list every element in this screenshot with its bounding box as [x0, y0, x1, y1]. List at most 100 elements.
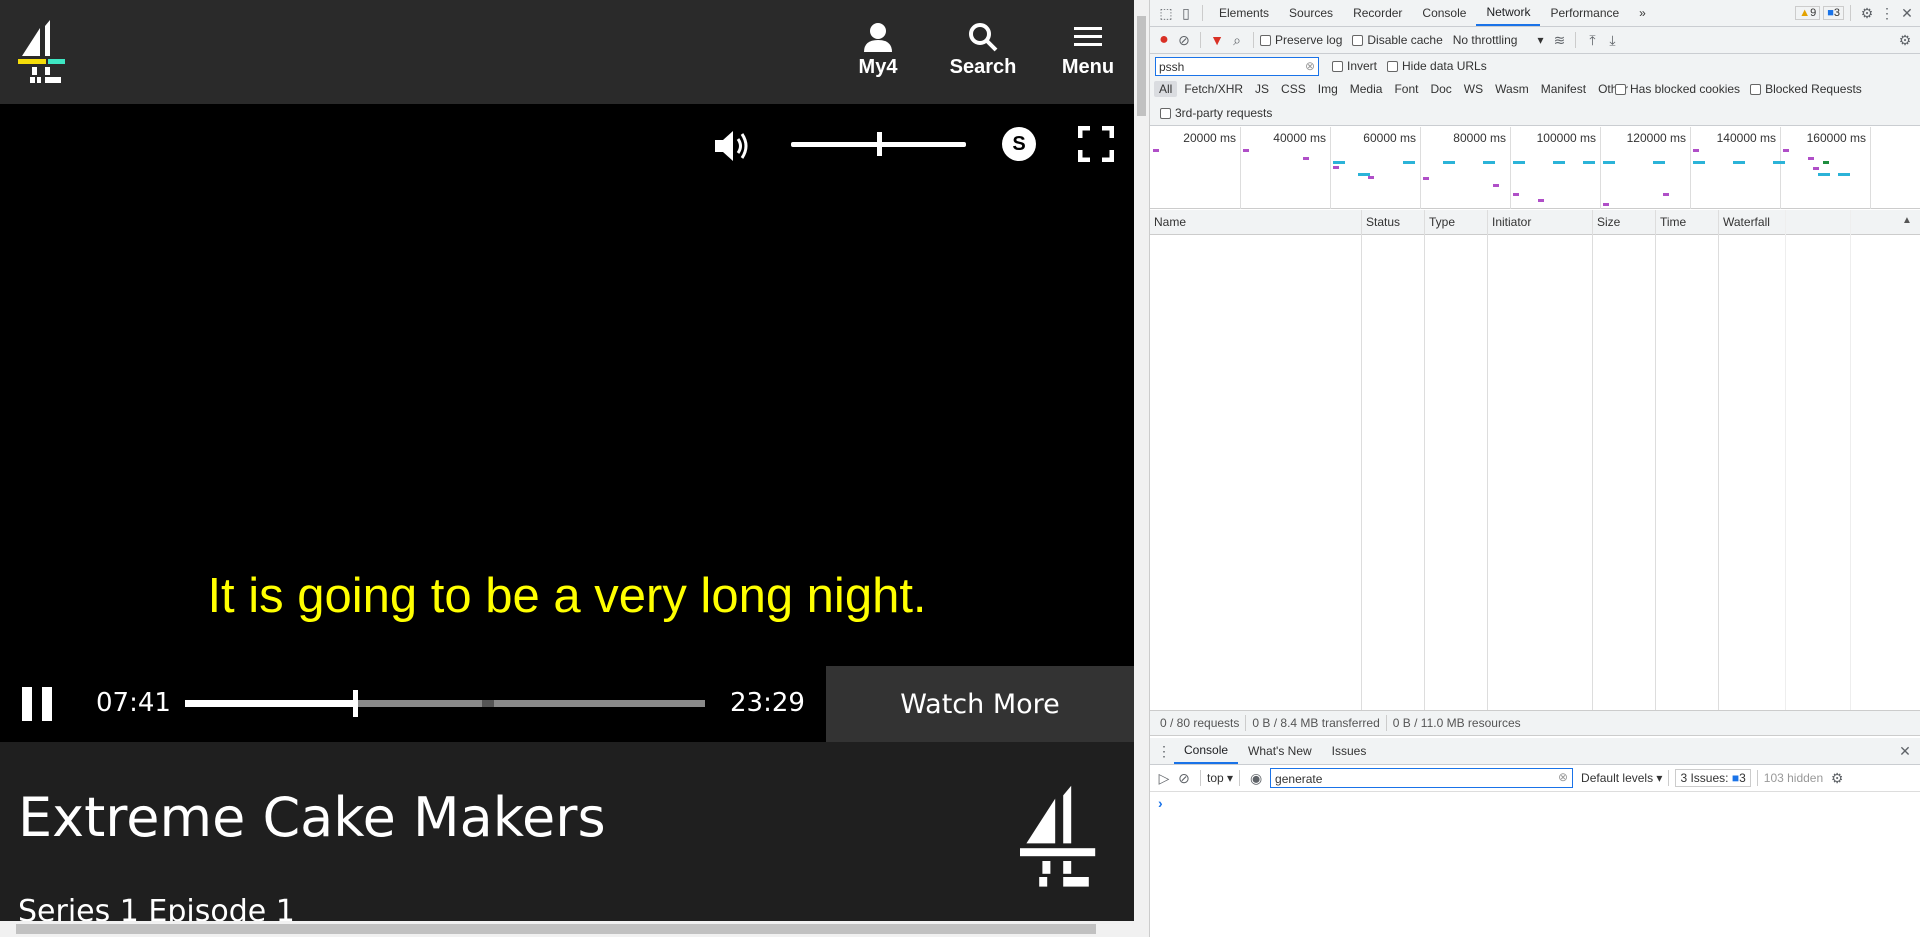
- inspect-element-icon[interactable]: ⬚: [1156, 3, 1176, 23]
- console-prompt[interactable]: ›: [1158, 795, 1163, 811]
- network-overview-timeline[interactable]: 20000 ms 40000 ms 60000 ms 80000 ms 100000 m…: [1150, 127, 1920, 209]
- timeline-request-mark: [1733, 161, 1745, 164]
- channel4-logo[interactable]: [18, 18, 68, 86]
- tab-network[interactable]: Network: [1476, 0, 1541, 26]
- tab-elements[interactable]: Elements: [1209, 0, 1279, 26]
- timeline-request-mark: [1333, 166, 1339, 169]
- clear-icon[interactable]: ⊘: [1174, 30, 1194, 50]
- device-toolbar-icon[interactable]: ▯: [1176, 3, 1196, 23]
- menu-label: Menu: [1061, 56, 1115, 78]
- type-filter-all[interactable]: All: [1154, 81, 1178, 97]
- type-filter-media[interactable]: Media: [1345, 81, 1388, 97]
- column-header-size[interactable]: Size: [1592, 210, 1655, 235]
- record-icon[interactable]: ●: [1154, 30, 1174, 50]
- clear-console-icon[interactable]: ⊘: [1174, 768, 1194, 788]
- drawer-tab-whatsnew[interactable]: What's New: [1238, 738, 1322, 764]
- import-har-icon[interactable]: ⤒: [1582, 30, 1602, 50]
- watch-more-button[interactable]: Watch More: [826, 666, 1134, 742]
- timeline-request-mark: [1823, 161, 1829, 164]
- throttling-select[interactable]: No throttling ▾: [1453, 33, 1544, 47]
- timeline-request-mark: [1403, 161, 1415, 164]
- console-settings-icon[interactable]: ⚙: [1827, 768, 1847, 788]
- disable-cache-checkbox[interactable]: Disable cache: [1352, 33, 1443, 47]
- column-header-waterfall[interactable]: Waterfall: [1718, 210, 1920, 235]
- settings-icon[interactable]: ⚙: [1857, 3, 1877, 23]
- type-filter-ws[interactable]: WS: [1459, 81, 1488, 97]
- clear-console-filter-icon[interactable]: ⊗: [1558, 770, 1568, 784]
- drawer-tab-issues[interactable]: Issues: [1322, 738, 1377, 764]
- column-header-initiator[interactable]: Initiator: [1487, 210, 1592, 235]
- network-settings-icon[interactable]: ⚙: [1895, 30, 1915, 50]
- has-blocked-cookies-checkbox[interactable]: Has blocked cookies: [1615, 82, 1740, 96]
- type-filter-js[interactable]: JS: [1250, 81, 1274, 97]
- drawer-tab-console[interactable]: Console: [1174, 738, 1239, 764]
- video-player[interactable]: S: [0, 104, 1134, 742]
- column-header-type[interactable]: Type: [1424, 210, 1487, 235]
- type-filter-doc[interactable]: Doc: [1425, 81, 1456, 97]
- column-header-status[interactable]: Status: [1361, 210, 1424, 235]
- seek-bar[interactable]: [185, 690, 705, 717]
- filter-input[interactable]: pssh ⊗: [1155, 57, 1319, 76]
- hide-data-urls-checkbox[interactable]: Hide data URLs: [1387, 59, 1487, 73]
- pause-button[interactable]: [20, 687, 58, 721]
- invert-checkbox[interactable]: Invert: [1332, 59, 1377, 73]
- clear-filter-icon[interactable]: ⊗: [1305, 59, 1315, 73]
- export-har-icon[interactable]: ⤓: [1602, 30, 1622, 50]
- filter-icon[interactable]: ▼: [1207, 30, 1227, 50]
- tab-sources[interactable]: Sources: [1279, 0, 1343, 26]
- close-devtools-icon[interactable]: ✕: [1897, 3, 1917, 23]
- live-expression-eye-icon[interactable]: ◉: [1246, 768, 1266, 788]
- type-filter-img[interactable]: Img: [1313, 81, 1343, 97]
- tab-console[interactable]: Console: [1412, 0, 1476, 26]
- column-header-name[interactable]: Name: [1150, 210, 1361, 235]
- type-filter-font[interactable]: Font: [1389, 81, 1423, 97]
- search-icon: [969, 23, 998, 52]
- sidebar-toggle-icon[interactable]: ▷: [1154, 768, 1174, 788]
- network-conditions-icon[interactable]: ≋: [1549, 30, 1569, 50]
- third-party-checkbox[interactable]: 3rd-party requests: [1160, 106, 1272, 120]
- close-drawer-icon[interactable]: ✕: [1895, 741, 1915, 761]
- column-divider: [1487, 210, 1488, 710]
- type-filter-manifest[interactable]: Manifest: [1536, 81, 1591, 97]
- tab-recorder[interactable]: Recorder: [1343, 0, 1412, 26]
- timeline-request-mark: [1153, 149, 1159, 152]
- volume-icon[interactable]: [713, 128, 753, 164]
- more-options-icon[interactable]: ⋮: [1877, 3, 1897, 23]
- type-filter-fetch-xhr[interactable]: Fetch/XHR: [1179, 81, 1248, 97]
- duration: 23:29: [730, 688, 805, 718]
- log-levels-select[interactable]: Default levels ▾: [1581, 771, 1662, 785]
- type-filter-wasm[interactable]: Wasm: [1490, 81, 1534, 97]
- timeline-gridline: [1420, 127, 1421, 209]
- tab-performance[interactable]: Performance: [1540, 0, 1629, 26]
- timeline-request-mark: [1663, 193, 1669, 196]
- search-button[interactable]: Search: [938, 22, 1028, 79]
- preserve-log-checkbox[interactable]: Preserve log: [1260, 33, 1342, 47]
- blocked-requests-checkbox[interactable]: Blocked Requests: [1750, 82, 1862, 96]
- seek-thumb[interactable]: [353, 690, 359, 717]
- fullscreen-icon[interactable]: [1078, 126, 1114, 162]
- timeline-tick-label: 20000 ms: [1183, 131, 1236, 145]
- menu-button[interactable]: Menu: [1043, 22, 1133, 79]
- timeline-request-mark: [1783, 149, 1789, 152]
- warnings-badge[interactable]: ▲9: [1795, 6, 1821, 20]
- drawer-menu-icon[interactable]: ⋮: [1154, 741, 1174, 761]
- type-filter-css[interactable]: CSS: [1276, 81, 1311, 97]
- timeline-request-mark: [1653, 161, 1665, 164]
- network-status-bar: 0 / 80 requests 0 B / 8.4 MB transferred…: [1150, 710, 1920, 736]
- subtitles-button[interactable]: S: [1002, 127, 1036, 161]
- vertical-scrollbar[interactable]: [1134, 0, 1149, 937]
- context-value: top: [1207, 771, 1224, 785]
- more-tabs-button[interactable]: »: [1629, 0, 1656, 26]
- volume-slider-thumb[interactable]: [876, 132, 882, 156]
- issues-button[interactable]: 3 Issues: ■3: [1675, 769, 1751, 787]
- sort-ascending-icon[interactable]: ▲: [1902, 215, 1912, 226]
- column-header-time[interactable]: Time: [1655, 210, 1718, 235]
- log-levels-value: Default levels: [1581, 771, 1654, 785]
- horizontal-scrollbar[interactable]: [0, 921, 1134, 937]
- my4-button[interactable]: My4: [833, 22, 923, 79]
- context-select[interactable]: top ▾: [1207, 771, 1233, 785]
- search-icon[interactable]: ⌕: [1227, 30, 1247, 50]
- console-filter-input[interactable]: generate ⊗: [1270, 768, 1574, 788]
- filter-value: pssh: [1159, 60, 1185, 74]
- messages-badge[interactable]: ■3: [1823, 6, 1844, 20]
